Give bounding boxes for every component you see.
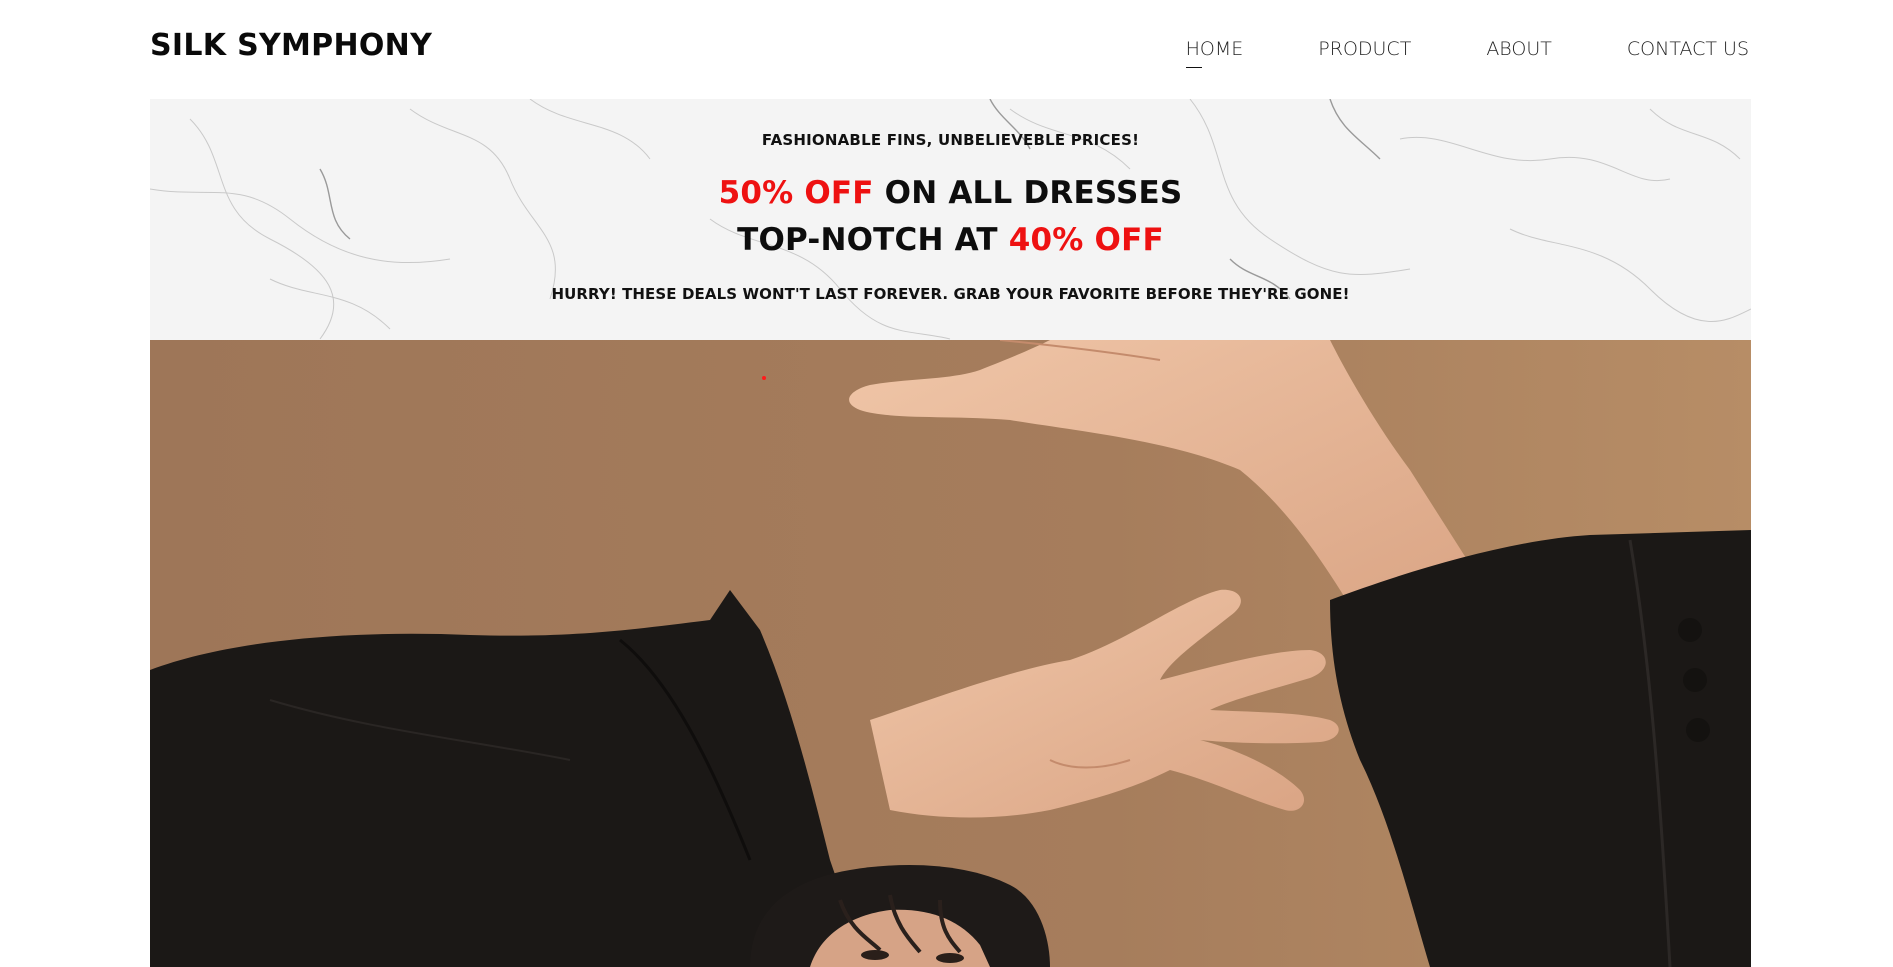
discount-40-highlight: 40% OFF bbox=[1008, 222, 1164, 258]
main-nav: HOME PRODUCT ABOUT CONTACT US bbox=[1185, 38, 1749, 68]
nav-home-link[interactable]: HOME bbox=[1185, 38, 1243, 68]
hero-image bbox=[150, 340, 1751, 967]
nav-about-link[interactable]: ABOUT bbox=[1486, 38, 1552, 60]
brand-logo[interactable]: SILK SYMPHONY bbox=[150, 28, 432, 63]
nav-product-link[interactable]: PRODUCT bbox=[1318, 38, 1411, 60]
promo-subline: HURRY! THESE DEALS WONT'T LAST FOREVER. … bbox=[551, 285, 1350, 303]
site-header: SILK SYMPHONY HOME PRODUCT ABOUT CONTACT… bbox=[0, 0, 1893, 99]
promo-headline-topnotch: TOP-NOTCH AT 40% OFF bbox=[150, 222, 1751, 258]
promo-content: FASHIONABLE FINS, UNBELIEVEBLE PRICES! 5… bbox=[150, 99, 1751, 340]
nav-contact-link[interactable]: CONTACT US bbox=[1627, 38, 1749, 60]
hero-photo-illustration bbox=[150, 340, 1751, 967]
promo-tagline: FASHIONABLE FINS, UNBELIEVEBLE PRICES! bbox=[761, 131, 1140, 149]
discount-50-highlight: 50% OFF bbox=[718, 175, 874, 211]
headline-topnotch-text: TOP-NOTCH AT bbox=[737, 222, 1009, 258]
promo-banner: FASHIONABLE FINS, UNBELIEVEBLE PRICES! 5… bbox=[150, 99, 1751, 340]
headline-dresses-text: ON ALL DRESSES bbox=[873, 175, 1183, 211]
promo-headline-dresses: 50% OFF ON ALL DRESSES bbox=[150, 175, 1751, 211]
